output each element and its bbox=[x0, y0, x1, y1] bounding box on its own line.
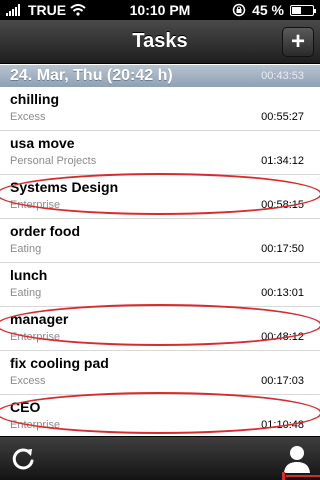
task-category: Enterprise bbox=[10, 331, 61, 343]
status-right: 45 % bbox=[204, 2, 316, 18]
navigation-bar: Tasks + bbox=[0, 20, 320, 64]
battery-fill bbox=[292, 6, 301, 14]
task-row[interactable]: manager Enterprise 00:48:12 bbox=[0, 307, 320, 351]
task-category: Eating bbox=[10, 243, 42, 255]
task-title: fix cooling pad bbox=[10, 355, 109, 371]
task-duration: 00:17:03 bbox=[261, 375, 304, 387]
task-row[interactable]: CEO Enterprise 01:10:48 bbox=[0, 395, 320, 439]
carrier-name: TRUE bbox=[28, 2, 67, 18]
battery-icon bbox=[290, 4, 316, 16]
bottom-toolbar bbox=[0, 436, 320, 480]
page-title: Tasks bbox=[132, 30, 188, 52]
task-row[interactable]: chilling Excess 00:55:27 bbox=[0, 87, 320, 131]
status-time: 10:10 PM bbox=[129, 2, 191, 18]
section-header-date: 24. Mar, Thu (20:42 h) bbox=[10, 67, 173, 84]
battery-percent: 45 % bbox=[252, 2, 284, 18]
status-bar: TRUE 10:10 PM 45 % bbox=[0, 0, 320, 20]
task-duration: 01:34:12 bbox=[261, 155, 304, 167]
section-header-time: 00:43:53 bbox=[261, 70, 304, 82]
task-duration: 00:58:15 bbox=[261, 199, 304, 211]
task-duration: 01:10:48 bbox=[261, 419, 304, 431]
profile-icon[interactable] bbox=[282, 443, 312, 475]
rotation-lock-icon bbox=[232, 3, 246, 17]
task-category: Personal Projects bbox=[10, 155, 97, 167]
task-row[interactable]: order food Eating 00:17:50 bbox=[0, 219, 320, 263]
section-header: 24. Mar, Thu (20:42 h) 00:43:53 bbox=[0, 65, 320, 87]
task-title: lunch bbox=[10, 267, 48, 283]
task-duration: 00:48:12 bbox=[261, 331, 304, 343]
wifi-icon bbox=[70, 4, 86, 16]
task-duration: 00:13:01 bbox=[261, 287, 304, 299]
task-title: usa move bbox=[10, 135, 75, 151]
task-row[interactable]: usa move Personal Projects 01:34:12 bbox=[0, 131, 320, 175]
task-row[interactable]: fix cooling pad Excess 00:17:03 bbox=[0, 351, 320, 395]
task-category: Eating bbox=[10, 287, 42, 299]
task-duration: 00:55:27 bbox=[261, 111, 304, 123]
task-category: Enterprise bbox=[10, 199, 61, 211]
status-left: TRUE bbox=[6, 2, 116, 18]
task-duration: 00:17:50 bbox=[261, 243, 304, 255]
task-title: Systems Design bbox=[10, 179, 119, 195]
task-title: CEO bbox=[10, 399, 41, 415]
task-title: manager bbox=[10, 311, 69, 327]
signal-icon bbox=[6, 4, 20, 16]
task-title: chilling bbox=[10, 91, 59, 107]
task-category: Excess bbox=[10, 375, 46, 387]
task-title: order food bbox=[10, 223, 80, 239]
task-list: chilling Excess 00:55:27 usa move Person… bbox=[0, 87, 320, 439]
corner-logo-icon bbox=[282, 472, 320, 480]
add-task-button[interactable]: + bbox=[282, 27, 314, 57]
task-category: Enterprise bbox=[10, 419, 61, 431]
task-row[interactable]: Systems Design Enterprise 00:58:15 bbox=[0, 175, 320, 219]
task-category: Excess bbox=[10, 111, 46, 123]
task-row[interactable]: lunch Eating 00:13:01 bbox=[0, 263, 320, 307]
refresh-icon[interactable] bbox=[8, 444, 38, 474]
